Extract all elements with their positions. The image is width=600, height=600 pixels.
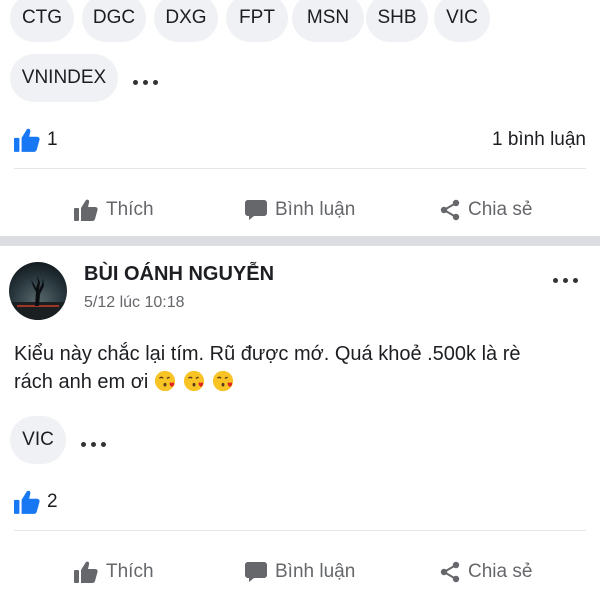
- comment-icon: [245, 200, 267, 220]
- tag-chip[interactable]: VIC: [434, 0, 490, 42]
- post-text-line: rách anh em ơi: [14, 371, 149, 393]
- comment-button[interactable]: Bình luận: [245, 186, 355, 234]
- comment-button[interactable]: Bình luận: [245, 548, 355, 596]
- comment-button-label: Bình luận: [275, 199, 356, 220]
- reaction-summary[interactable]: 2: [14, 482, 586, 522]
- like-button[interactable]: Thích: [74, 548, 154, 596]
- comment-count[interactable]: 1 bình luận: [492, 128, 586, 152]
- like-count: 1: [47, 129, 58, 150]
- share-button[interactable]: Chia sẻ: [440, 548, 532, 596]
- post-timestamp[interactable]: 5/12 lúc 10:18: [84, 294, 185, 312]
- post-text-line: Kiểu này chắc lại tím. Rũ được mớ. Quá k…: [14, 343, 521, 365]
- comment-icon: [245, 562, 267, 582]
- like-button[interactable]: Thích: [74, 186, 154, 234]
- post-options-icon[interactable]: [550, 266, 580, 286]
- avatar[interactable]: [9, 262, 67, 320]
- like-button-label: Thích: [106, 199, 154, 220]
- kissing-face-icon: [212, 370, 233, 392]
- like-count: 2: [47, 491, 58, 512]
- divider: [14, 168, 586, 169]
- post-body: Kiểu này chắc lại tím. Rũ được mớ. Quá k…: [14, 340, 589, 396]
- action-bar: Thích Bình luận Chia sẻ: [0, 548, 600, 596]
- kissing-face-icon: [154, 370, 175, 392]
- thumbs-up-reaction-icon: [14, 490, 40, 514]
- post-text-line-2: rách anh em ơi: [14, 368, 589, 396]
- tag-chip[interactable]: VIC: [10, 416, 66, 464]
- comment-button-label: Bình luận: [275, 561, 356, 582]
- share-icon: [440, 199, 460, 221]
- more-tags-icon[interactable]: [130, 68, 160, 88]
- reaction-summary[interactable]: 1 1 bình luận: [14, 120, 586, 160]
- share-button-label: Chia sẻ: [468, 199, 533, 220]
- share-button-label: Chia sẻ: [468, 561, 533, 582]
- tag-chip[interactable]: DGC: [82, 0, 146, 42]
- tag-chip[interactable]: SHB: [366, 0, 428, 42]
- action-bar: Thích Bình luận Chia sẻ: [0, 186, 600, 234]
- like-button-label: Thích: [106, 561, 154, 582]
- tag-chip[interactable]: FPT: [226, 0, 288, 42]
- tag-chip[interactable]: DXG: [154, 0, 218, 42]
- post-separator: [0, 236, 600, 246]
- thumbs-up-reaction-icon: [14, 128, 40, 152]
- author-name[interactable]: BÙI OÁNH NGUYỄN: [84, 263, 274, 286]
- divider: [14, 530, 586, 531]
- tag-chip[interactable]: VNINDEX: [10, 54, 118, 102]
- more-tags-icon[interactable]: [78, 430, 108, 450]
- thumbs-up-icon: [74, 199, 98, 221]
- share-button[interactable]: Chia sẻ: [440, 186, 532, 234]
- tag-chip[interactable]: CTG: [10, 0, 74, 42]
- share-icon: [440, 561, 460, 583]
- tag-chip[interactable]: MSN: [292, 0, 364, 42]
- thumbs-up-icon: [74, 561, 98, 583]
- kissing-face-icon: [183, 370, 204, 392]
